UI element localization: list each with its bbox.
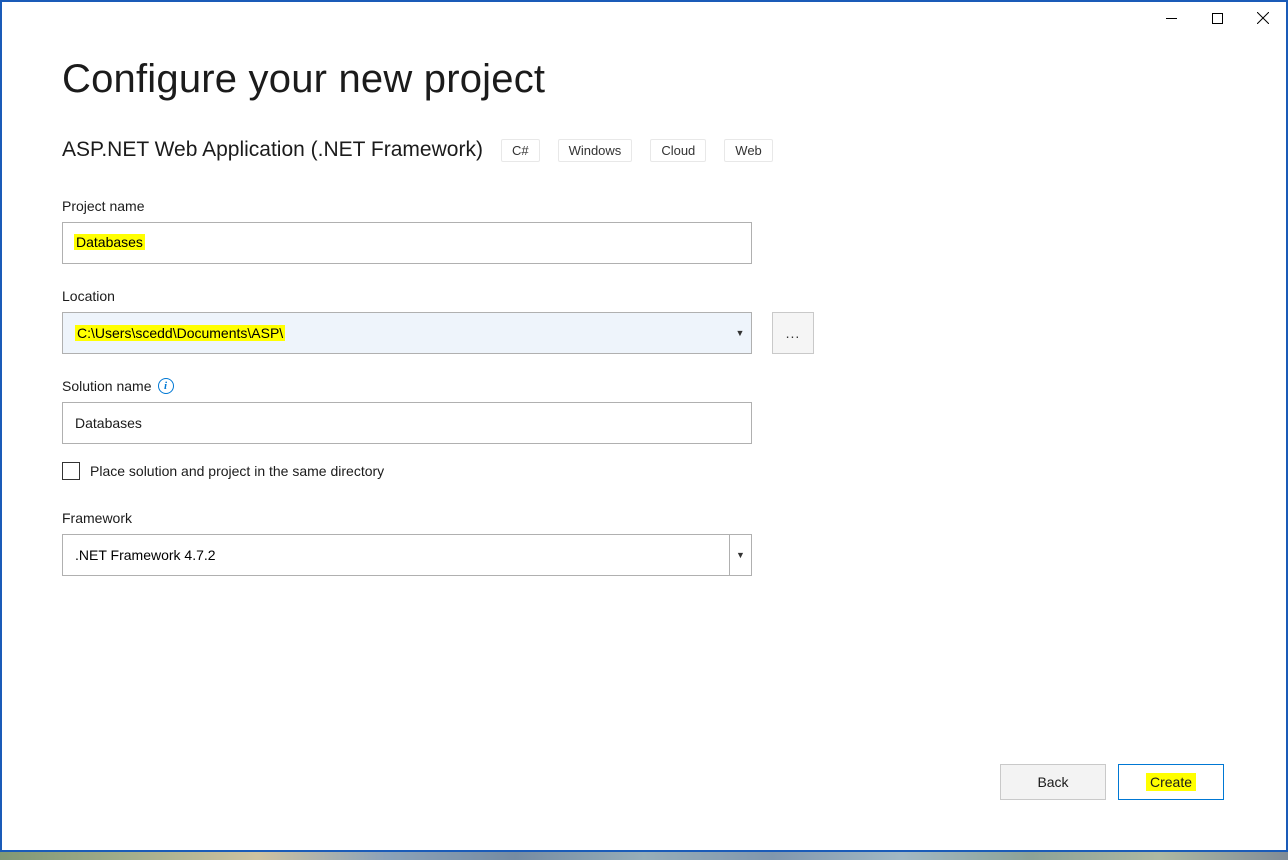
same-directory-label: Place solution and project in the same d…: [90, 463, 384, 479]
same-directory-row[interactable]: Place solution and project in the same d…: [62, 462, 1226, 480]
maximize-button[interactable]: [1194, 3, 1240, 33]
framework-label: Framework: [62, 510, 1226, 526]
same-directory-checkbox[interactable]: [62, 462, 80, 480]
content-area: Configure your new project ASP.NET Web A…: [62, 57, 1226, 820]
close-button[interactable]: [1240, 3, 1286, 33]
solution-name-label: Solution name i: [62, 378, 1226, 394]
minimize-button[interactable]: [1148, 3, 1194, 33]
project-name-input[interactable]: [62, 222, 752, 264]
solution-name-field: Solution name i: [62, 378, 1226, 444]
footer: Back Create: [1000, 764, 1224, 800]
create-button-label: Create: [1146, 773, 1196, 791]
location-label: Location: [62, 288, 1226, 304]
solution-name-label-text: Solution name: [62, 378, 152, 394]
dialog-window: Configure your new project ASP.NET Web A…: [0, 0, 1288, 852]
titlebar: [1148, 2, 1286, 34]
location-combo[interactable]: C:\Users\scedd\Documents\ASP\ ▼: [62, 312, 752, 354]
chevron-down-icon[interactable]: ▼: [729, 535, 751, 575]
solution-name-input[interactable]: [62, 402, 752, 444]
browse-button[interactable]: ...: [772, 312, 814, 354]
framework-field: Framework .NET Framework 4.7.2 ▼: [62, 510, 1226, 576]
location-value: C:\Users\scedd\Documents\ASP\: [63, 325, 729, 341]
back-button-label: Back: [1037, 774, 1068, 790]
project-name-field: Project name Databases: [62, 198, 1226, 264]
info-icon[interactable]: i: [158, 378, 174, 394]
framework-value: .NET Framework 4.7.2: [63, 547, 729, 563]
tag-cloud: Cloud: [650, 139, 706, 162]
page-title: Configure your new project: [62, 57, 1226, 102]
location-field: Location C:\Users\scedd\Documents\ASP\ ▼…: [62, 288, 1226, 354]
back-button[interactable]: Back: [1000, 764, 1106, 800]
subtitle-row: ASP.NET Web Application (.NET Framework)…: [62, 138, 1226, 162]
project-name-label: Project name: [62, 198, 1226, 214]
create-button[interactable]: Create: [1118, 764, 1224, 800]
close-icon: [1257, 12, 1269, 24]
maximize-icon: [1212, 13, 1223, 24]
minimize-icon: [1166, 18, 1177, 19]
chevron-down-icon[interactable]: ▼: [729, 313, 751, 353]
desktop-background-strip: [0, 852, 1288, 860]
tag-web: Web: [724, 139, 773, 162]
project-template-subtitle: ASP.NET Web Application (.NET Framework): [62, 138, 483, 162]
framework-combo[interactable]: .NET Framework 4.7.2 ▼: [62, 534, 752, 576]
tag-windows: Windows: [558, 139, 633, 162]
tag-csharp: C#: [501, 139, 540, 162]
